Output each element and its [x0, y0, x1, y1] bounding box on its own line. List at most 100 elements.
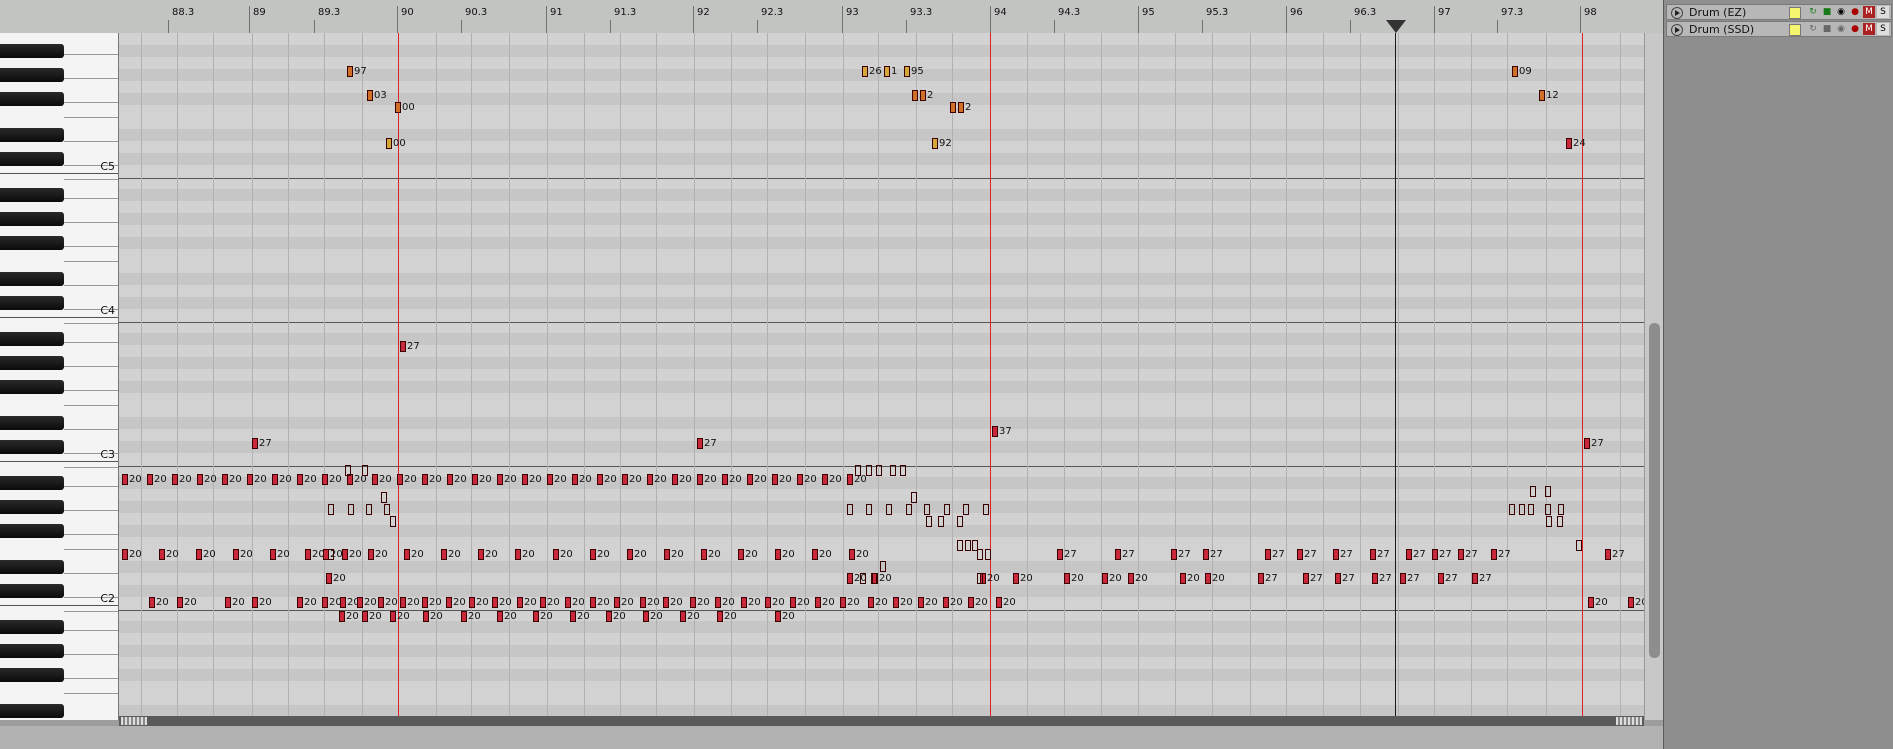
black-key[interactable] [0, 524, 64, 538]
midi-note[interactable] [1013, 573, 1019, 584]
midi-note[interactable] [1628, 597, 1634, 608]
midi-note[interactable] [305, 549, 311, 560]
midi-note[interactable] [680, 611, 686, 622]
midi-note[interactable] [840, 597, 846, 608]
midi-note[interactable] [977, 549, 983, 560]
midi-note[interactable] [1171, 549, 1177, 560]
midi-note[interactable] [322, 474, 328, 485]
midi-note[interactable] [247, 474, 253, 485]
midi-note[interactable] [772, 474, 778, 485]
midi-note[interactable] [963, 504, 969, 515]
midi-note[interactable] [884, 66, 890, 77]
midi-note[interactable] [397, 474, 403, 485]
midi-note[interactable] [328, 549, 334, 560]
midi-note[interactable] [880, 561, 886, 572]
midi-note[interactable] [378, 597, 384, 608]
midi-note[interactable] [340, 597, 346, 608]
black-key[interactable] [0, 68, 64, 82]
midi-note[interactable] [1203, 549, 1209, 560]
black-key[interactable] [0, 704, 64, 718]
midi-note[interactable] [1333, 549, 1339, 560]
midi-note[interactable] [565, 597, 571, 608]
midi-note[interactable] [862, 66, 868, 77]
midi-note[interactable] [122, 549, 128, 560]
midi-note[interactable] [362, 611, 368, 622]
midi-note[interactable] [950, 102, 956, 113]
midi-note[interactable] [1512, 66, 1518, 77]
midi-note[interactable] [847, 573, 853, 584]
midi-note[interactable] [672, 474, 678, 485]
midi-note[interactable] [367, 90, 373, 101]
midi-note[interactable] [1115, 549, 1121, 560]
midi-note[interactable] [822, 474, 828, 485]
midi-note[interactable] [553, 549, 559, 560]
mute-button[interactable]: M [1863, 6, 1875, 18]
midi-note[interactable] [866, 465, 872, 476]
black-key[interactable] [0, 128, 64, 142]
midi-note[interactable] [957, 516, 963, 527]
midi-note[interactable] [362, 465, 368, 476]
midi-note[interactable] [225, 597, 231, 608]
midi-note[interactable] [372, 474, 378, 485]
midi-note[interactable] [533, 611, 539, 622]
midi-note[interactable] [1180, 573, 1186, 584]
midi-note[interactable] [697, 438, 703, 449]
black-key[interactable] [0, 236, 64, 250]
midi-note[interactable] [222, 474, 228, 485]
midi-note[interactable] [664, 549, 670, 560]
midi-note[interactable] [1509, 504, 1515, 515]
midi-note[interactable] [590, 597, 596, 608]
track-play-icon[interactable] [1671, 24, 1683, 36]
midi-note[interactable] [1370, 549, 1376, 560]
midi-note[interactable] [540, 597, 546, 608]
lock-icon[interactable]: ■ [1821, 6, 1833, 18]
horizontal-scrollbar[interactable] [119, 716, 1644, 726]
midi-note[interactable] [957, 540, 963, 551]
track-color-swatch[interactable] [1789, 24, 1801, 36]
midi-note[interactable] [1545, 504, 1551, 515]
midi-note[interactable] [647, 474, 653, 485]
scroll-left-grip-icon[interactable] [121, 717, 147, 725]
midi-note[interactable] [643, 611, 649, 622]
midi-note[interactable] [366, 504, 372, 515]
midi-note[interactable] [943, 597, 949, 608]
midi-note[interactable] [492, 597, 498, 608]
black-key[interactable] [0, 272, 64, 286]
midi-note[interactable] [422, 597, 428, 608]
black-key[interactable] [0, 332, 64, 346]
black-key[interactable] [0, 92, 64, 106]
midi-note[interactable] [965, 540, 971, 551]
midi-note[interactable] [196, 549, 202, 560]
midi-note[interactable] [860, 573, 866, 584]
midi-note[interactable] [1297, 549, 1303, 560]
midi-note[interactable] [357, 597, 363, 608]
midi-note[interactable] [469, 597, 475, 608]
midi-note[interactable] [547, 474, 553, 485]
black-key[interactable] [0, 500, 64, 514]
midi-note[interactable] [977, 573, 983, 584]
lock-icon[interactable]: ■ [1821, 23, 1833, 35]
black-key[interactable] [0, 44, 64, 58]
midi-note[interactable] [849, 549, 855, 560]
midi-note[interactable] [932, 138, 938, 149]
midi-note[interactable] [985, 549, 991, 560]
midi-note[interactable] [790, 597, 796, 608]
midi-note[interactable] [1557, 516, 1563, 527]
midi-note[interactable] [570, 611, 576, 622]
midi-note[interactable] [1530, 486, 1536, 497]
midi-note[interactable] [1519, 504, 1525, 515]
midi-note[interactable] [1491, 549, 1497, 560]
midi-note[interactable] [597, 474, 603, 485]
midi-note[interactable] [1432, 549, 1438, 560]
eye-icon[interactable]: ◉ [1835, 23, 1847, 35]
black-key[interactable] [0, 296, 64, 310]
midi-note[interactable] [497, 474, 503, 485]
midi-note[interactable] [404, 549, 410, 560]
midi-note[interactable] [741, 597, 747, 608]
black-key[interactable] [0, 644, 64, 658]
midi-note[interactable] [197, 474, 203, 485]
midi-note[interactable] [847, 474, 853, 485]
midi-note[interactable] [252, 438, 258, 449]
midi-note[interactable] [1102, 573, 1108, 584]
midi-note[interactable] [472, 474, 478, 485]
